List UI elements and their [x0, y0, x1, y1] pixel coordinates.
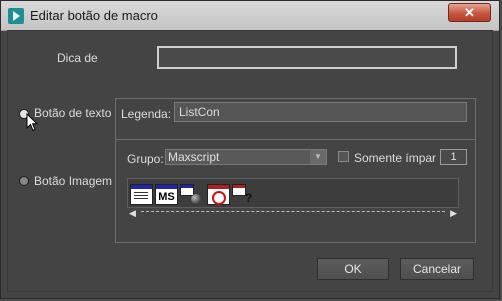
- only-odd-checkbox[interactable]: [338, 151, 349, 162]
- close-button[interactable]: ✕: [448, 3, 491, 22]
- tooltip-input[interactable]: [157, 46, 457, 69]
- ok-button[interactable]: OK: [317, 258, 389, 280]
- caption-label: Legenda:: [121, 107, 172, 121]
- app-icon: [8, 8, 24, 24]
- maxscript-listener-icon[interactable]: [130, 184, 153, 205]
- only-odd-label[interactable]: Somente ímpar: [354, 151, 436, 165]
- tooltip-label: Dica de: [57, 51, 98, 65]
- maxscript-stop-icon[interactable]: [207, 184, 230, 205]
- scroll-left-arrow-icon[interactable]: ◀: [129, 208, 136, 219]
- icon-selector-strip: MS ?: [127, 178, 459, 208]
- caption-input[interactable]: [174, 102, 467, 122]
- scroll-track[interactable]: [141, 210, 445, 212]
- icon-scrollbar[interactable]: ◀ ▶: [127, 208, 459, 219]
- mouse-cursor-icon: [26, 113, 38, 132]
- cancel-button[interactable]: Cancelar: [400, 258, 474, 280]
- chevron-down-icon[interactable]: ▼: [310, 150, 326, 164]
- image-button-label[interactable]: Botão Imagem: [34, 174, 112, 188]
- groupbox-separator: [116, 139, 475, 140]
- window-title: Editar botão de macro: [30, 8, 158, 23]
- image-button-radio[interactable]: [19, 176, 29, 186]
- group-dropdown-value: Maxscript: [168, 150, 220, 164]
- maxscript-ms-icon[interactable]: MS: [155, 184, 178, 205]
- title-bar[interactable]: Editar botão de macro ✕: [1, 1, 499, 31]
- text-button-label[interactable]: Botão de texto: [34, 106, 111, 120]
- maxscript-run-icon[interactable]: [180, 184, 203, 205]
- group-dropdown[interactable]: Maxscript ▼: [165, 149, 327, 165]
- scroll-right-arrow-icon[interactable]: ▶: [450, 208, 457, 219]
- maxscript-help-icon[interactable]: ?: [232, 184, 255, 205]
- count-field[interactable]: 1: [440, 149, 467, 165]
- group-label: Grupo:: [127, 152, 164, 166]
- close-icon: ✕: [464, 5, 475, 20]
